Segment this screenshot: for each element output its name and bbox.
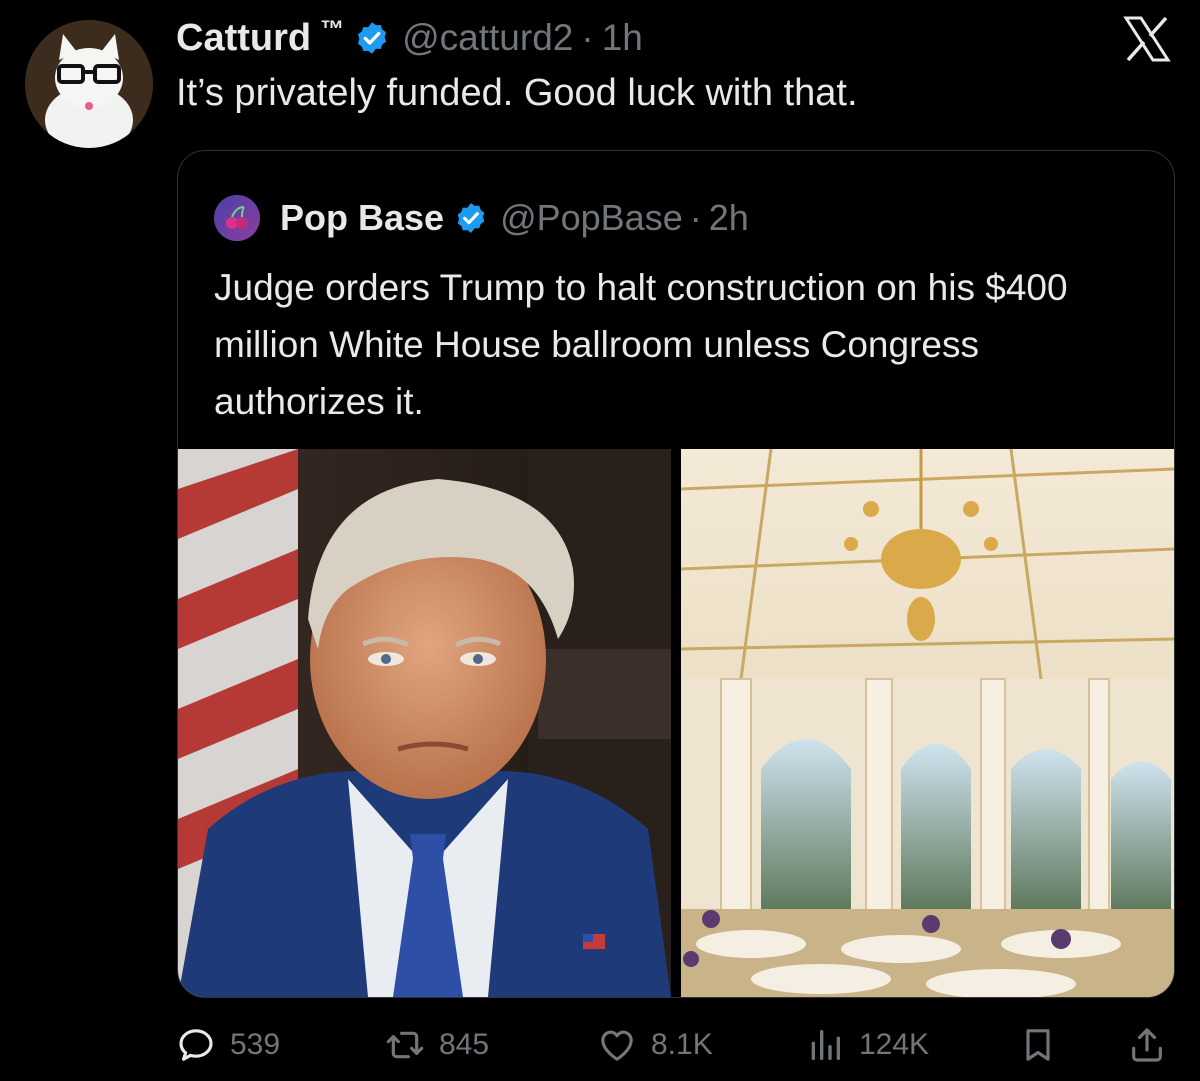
trademark-symbol: ™	[320, 16, 345, 43]
quoted-tweet-text: Judge orders Trump to halt construction …	[214, 267, 1068, 422]
author-handle[interactable]: @catturd2	[402, 17, 573, 59]
separator: ·	[581, 17, 594, 58]
repost-button[interactable]: 845	[385, 1020, 489, 1070]
tweet-card: Catturd ™ @catturd2 · 1h It’s privately …	[0, 0, 1200, 1081]
view-count: 124K	[859, 1028, 930, 1061]
like-button[interactable]: 8.1K	[597, 1020, 713, 1070]
ballroom-rendering[interactable]	[681, 449, 1174, 997]
heart-icon	[601, 1030, 633, 1061]
quoted-author-handle[interactable]: @PopBase	[500, 197, 683, 239]
author-avatar[interactable]	[25, 20, 153, 148]
views-button[interactable]: 124K	[805, 1020, 929, 1070]
bookmark-icon	[1026, 1029, 1050, 1061]
author-name[interactable]: Catturd	[176, 17, 311, 60]
repost-icon	[386, 1031, 424, 1059]
timestamp[interactable]: 1h	[602, 17, 643, 59]
verified-badge-icon	[358, 22, 387, 54]
tweet-text: It’s privately funded. Good luck with th…	[176, 72, 858, 114]
tweet-header: Catturd ™ @catturd2 · 1h	[176, 12, 643, 64]
quoted-timestamp[interactable]: 2h	[709, 197, 749, 239]
share-button[interactable]	[1127, 1020, 1167, 1070]
quoted-tweet-header: Pop Base @PopBase · 2h	[214, 195, 749, 241]
separator: ·	[689, 197, 702, 238]
verified-badge-icon	[457, 203, 485, 233]
bookmark-button[interactable]	[1018, 1020, 1058, 1070]
quoted-author-name[interactable]: Pop Base	[280, 197, 444, 239]
repost-count: 845	[439, 1028, 490, 1061]
quoted-author-avatar[interactable]	[214, 195, 260, 241]
reply-button[interactable]: 539	[176, 1020, 280, 1070]
x-logo-icon	[1123, 16, 1171, 62]
reply-icon	[179, 1029, 213, 1061]
views-icon	[811, 1030, 840, 1060]
like-count: 8.1K	[651, 1028, 713, 1061]
quoted-tweet-media	[178, 449, 1174, 997]
action-bar: 539 845 8.1K 124K	[0, 1020, 1200, 1070]
reply-count: 539	[230, 1028, 281, 1061]
share-icon	[1132, 1028, 1162, 1062]
portrait-photo[interactable]	[178, 449, 671, 997]
quoted-tweet[interactable]: Pop Base @PopBase · 2h Judge orders Trum…	[177, 150, 1175, 998]
